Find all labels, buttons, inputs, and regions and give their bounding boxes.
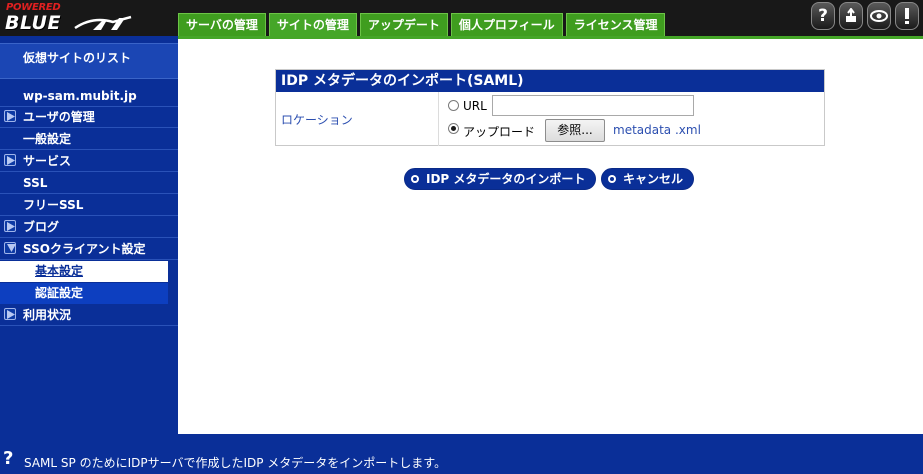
- idp-import-panel: IDP メタデータのインポート(SAML) ロケーション URL アップロード …: [275, 69, 825, 146]
- import-button-label: IDP メタデータのインポート: [426, 172, 586, 186]
- sidebar-item-services[interactable]: サービス: [0, 151, 178, 172]
- sidebar: 仮想サイトのリスト wp-sam.mubit.jp ユーザの管理 一般設定 サー…: [0, 36, 178, 434]
- url-radio[interactable]: [448, 100, 459, 111]
- sidebar-item-label: ブログ: [23, 220, 60, 234]
- sidebar-item-usage[interactable]: 利用状況: [0, 305, 178, 326]
- eye-icon[interactable]: [867, 2, 891, 30]
- expand-arrow-icon: [4, 110, 16, 122]
- header-icons: ?: [811, 2, 919, 30]
- sidebar-item-label: サービス: [23, 154, 72, 168]
- sidebar-item-general[interactable]: 一般設定: [0, 129, 178, 150]
- location-label: ロケーション: [281, 113, 353, 127]
- logo: POWERED BLUE: [3, 2, 137, 34]
- logo-blue-text: BLUE: [5, 12, 61, 34]
- upload-radio[interactable]: [448, 123, 459, 134]
- bullet-icon: [411, 175, 419, 183]
- sidebar-site-list[interactable]: 仮想サイトのリスト: [0, 43, 178, 79]
- expand-arrow-icon: [4, 220, 16, 232]
- app-window: POWERED BLUE サーバの管理 サイトの管理 アップデート 個人プロフィ…: [0, 0, 923, 474]
- tab-site-admin[interactable]: サイトの管理: [268, 13, 357, 36]
- help-icon[interactable]: ?: [811, 2, 835, 30]
- expand-arrow-icon: [4, 154, 16, 166]
- sidebar-item-sso-client[interactable]: SSOクライアント設定: [0, 239, 178, 260]
- sidebar-item-blog[interactable]: ブログ: [0, 217, 178, 238]
- logout-icon[interactable]: [839, 2, 863, 30]
- sidebar-item-free-ssl[interactable]: フリーSSL: [0, 195, 178, 216]
- sidebar-item-ssl[interactable]: SSL: [0, 173, 178, 194]
- tab-license[interactable]: ライセンス管理: [565, 13, 666, 36]
- cancel-button[interactable]: キャンセル: [601, 168, 695, 190]
- import-idp-metadata-button[interactable]: IDP メタデータのインポート: [404, 168, 597, 190]
- sidebar-item-label: 利用状況: [23, 308, 72, 322]
- panel-title: IDP メタデータのインポート(SAML): [276, 70, 824, 92]
- panel-divider: [438, 92, 439, 146]
- browse-button[interactable]: 参照...: [545, 119, 605, 142]
- sidebar-subitem-basic-settings[interactable]: 基本設定: [0, 261, 168, 282]
- url-input[interactable]: [492, 95, 694, 116]
- selected-filename: metadata .xml: [613, 123, 701, 137]
- collapse-arrow-icon: [4, 242, 16, 254]
- info-icon[interactable]: [895, 2, 919, 30]
- tab-underline: [178, 36, 923, 39]
- tab-profile[interactable]: 個人プロフィール: [450, 13, 563, 36]
- sidebar-subitem-auth-settings[interactable]: 認証設定: [0, 283, 168, 304]
- sidebar-item-label: ユーザの管理: [23, 110, 95, 124]
- help-text: SAML SP のためにIDPサーバで作成したIDP メタデータをインポートしま…: [24, 456, 447, 470]
- bullet-icon: [608, 175, 616, 183]
- expand-arrow-icon: [4, 308, 16, 320]
- main-tabs: サーバの管理 サイトの管理 アップデート 個人プロフィール ライセンス管理: [178, 13, 668, 36]
- logo-swoosh-icon: [74, 15, 132, 30]
- tab-server-admin[interactable]: サーバの管理: [178, 13, 266, 36]
- sidebar-item-label: SSOクライアント設定: [23, 242, 146, 256]
- cancel-button-label: キャンセル: [623, 172, 684, 186]
- upload-radio-label: アップロード: [463, 125, 536, 139]
- url-radio-label: URL: [463, 99, 487, 113]
- help-question-icon: ?: [3, 448, 14, 469]
- tab-update[interactable]: アップデート: [359, 13, 448, 36]
- sidebar-site-name[interactable]: wp-sam.mubit.jp: [0, 86, 178, 107]
- help-footer: ? SAML SP のためにIDPサーバで作成したIDP メタデータをインポート…: [0, 434, 923, 474]
- header-bar: POWERED BLUE サーバの管理 サイトの管理 アップデート 個人プロフィ…: [0, 0, 923, 36]
- sidebar-item-user-admin[interactable]: ユーザの管理: [0, 107, 178, 128]
